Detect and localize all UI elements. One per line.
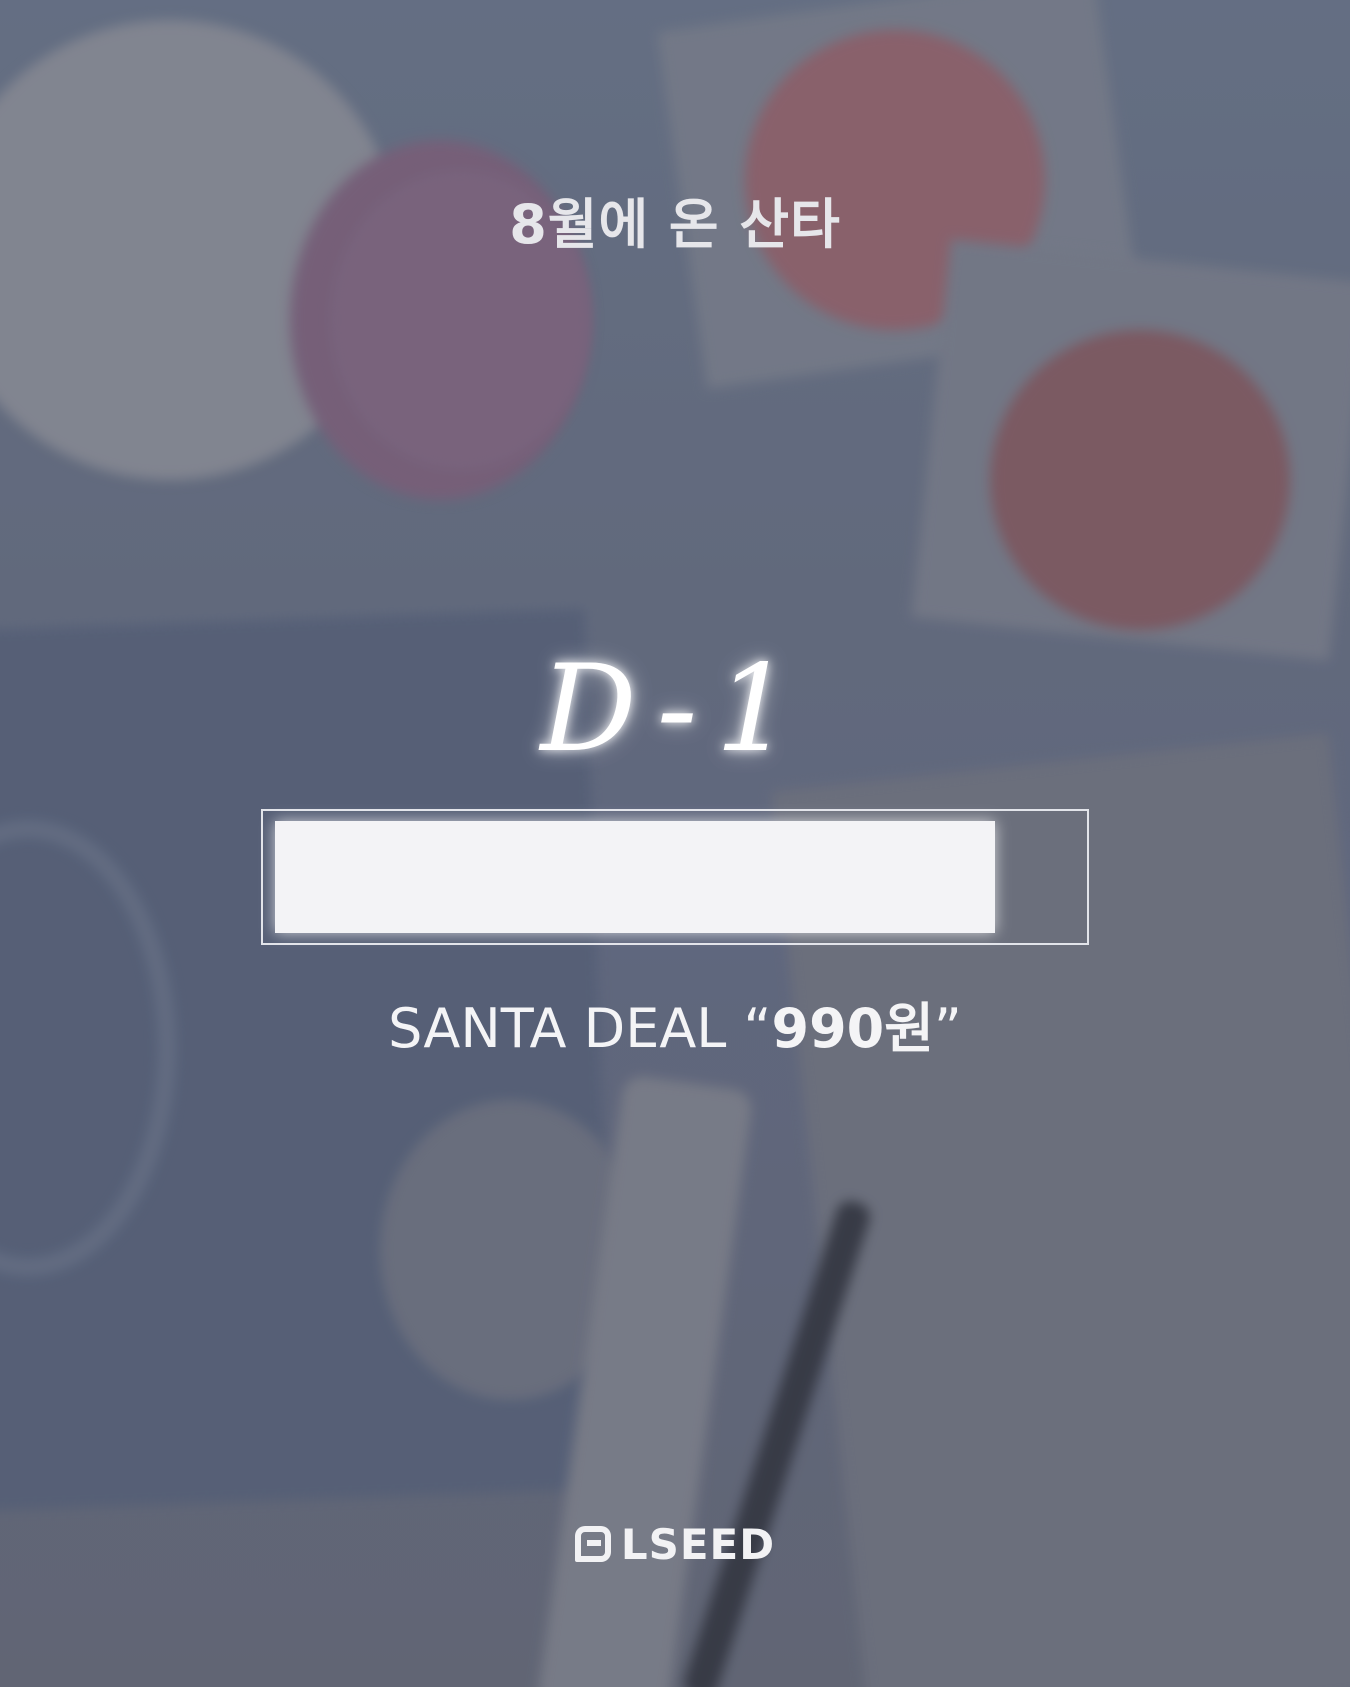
brand-logo: LSEED [0, 1519, 1350, 1569]
brand-name: LSEED [620, 1519, 776, 1569]
deal-prefix: SANTA DEAL “ [388, 997, 772, 1060]
countdown-label: D-1 [540, 640, 810, 779]
progress-bar-fill [275, 821, 995, 933]
progress-bar [261, 809, 1089, 945]
deal-price: 990원 [771, 997, 934, 1060]
deal-suffix: ” [933, 997, 962, 1060]
lseed-logo-icon [574, 1526, 611, 1562]
headline: 8월에 온 산타 [509, 193, 841, 256]
poster-content: 8월에 온 산타 D-1 SANTA DEAL “990원” LSEED [0, 0, 1350, 1687]
deal-text: SANTA DEAL “990원” [0, 984, 1350, 1063]
